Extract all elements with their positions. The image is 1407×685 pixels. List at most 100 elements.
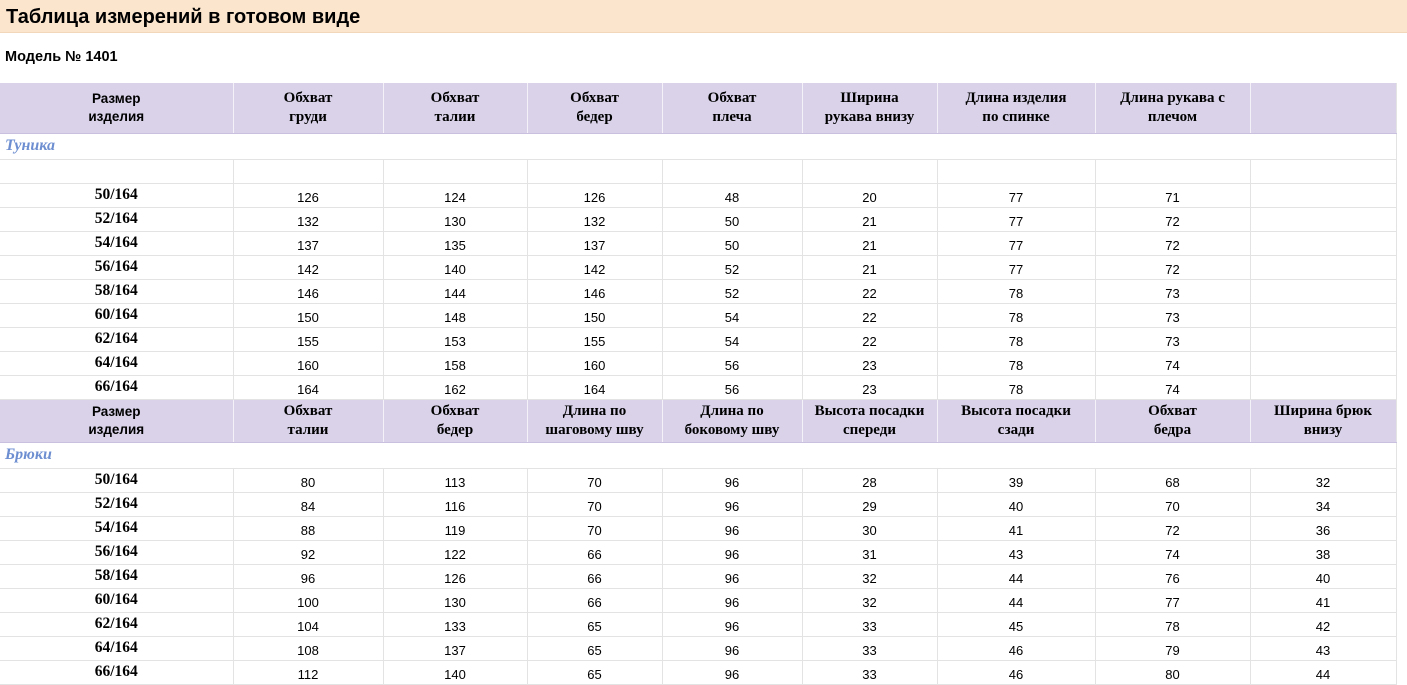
measurement-cell[interactable]: 164: [527, 375, 663, 400]
measurement-cell[interactable]: 88: [233, 516, 384, 541]
trousers-column-header[interactable]: Ширина брюк внизу: [1250, 399, 1397, 443]
measurement-cell[interactable]: 96: [662, 636, 803, 661]
trousers-column-header[interactable]: Высота посадки сзади: [937, 399, 1096, 443]
measurement-cell[interactable]: 66: [527, 588, 663, 613]
measurement-cell[interactable]: [1250, 183, 1397, 208]
measurement-cell[interactable]: 122: [383, 540, 528, 565]
measurement-cell[interactable]: 41: [1250, 588, 1397, 613]
measurement-cell[interactable]: 76: [1095, 564, 1251, 589]
measurement-cell[interactable]: 80: [1095, 660, 1251, 685]
measurement-cell[interactable]: 96: [662, 468, 803, 493]
measurement-cell[interactable]: 153: [383, 327, 528, 352]
measurement-cell[interactable]: 96: [662, 660, 803, 685]
tunic-column-header[interactable]: Длина изделия по спинке: [937, 83, 1096, 134]
measurement-cell[interactable]: [1250, 255, 1397, 280]
measurement-cell[interactable]: [1250, 327, 1397, 352]
measurement-cell[interactable]: 78: [937, 327, 1096, 352]
size-cell[interactable]: 54/164: [0, 231, 234, 256]
measurement-cell[interactable]: [1250, 279, 1397, 304]
measurement-cell[interactable]: 54: [662, 327, 803, 352]
measurement-cell[interactable]: 96: [662, 516, 803, 541]
tunic-column-header[interactable]: Обхват бедер: [527, 83, 663, 134]
size-cell[interactable]: 56/164: [0, 255, 234, 280]
measurement-cell[interactable]: 132: [233, 207, 384, 232]
measurement-cell[interactable]: 36: [1250, 516, 1397, 541]
size-cell[interactable]: 60/164: [0, 588, 234, 613]
measurement-cell[interactable]: 54: [662, 303, 803, 328]
empty-cell[interactable]: [1250, 159, 1397, 184]
empty-cell[interactable]: [383, 159, 528, 184]
measurement-cell[interactable]: 142: [233, 255, 384, 280]
size-cell[interactable]: 50/164: [0, 468, 234, 493]
measurement-cell[interactable]: 65: [527, 612, 663, 637]
measurement-cell[interactable]: 126: [527, 183, 663, 208]
empty-cell[interactable]: [0, 159, 234, 184]
measurement-cell[interactable]: 33: [802, 636, 938, 661]
measurement-cell[interactable]: 40: [1250, 564, 1397, 589]
measurement-cell[interactable]: 33: [802, 612, 938, 637]
measurement-cell[interactable]: 71: [1095, 183, 1251, 208]
measurement-cell[interactable]: 78: [937, 351, 1096, 376]
measurement-cell[interactable]: 29: [802, 492, 938, 517]
measurement-cell[interactable]: 39: [937, 468, 1096, 493]
measurement-cell[interactable]: 66: [527, 540, 663, 565]
measurement-cell[interactable]: 140: [383, 660, 528, 685]
size-cell[interactable]: 66/164: [0, 660, 234, 685]
measurement-cell[interactable]: 52: [662, 279, 803, 304]
measurement-cell[interactable]: 23: [802, 351, 938, 376]
measurement-cell[interactable]: 70: [527, 468, 663, 493]
empty-cell[interactable]: [1095, 159, 1251, 184]
measurement-cell[interactable]: 130: [383, 588, 528, 613]
measurement-cell[interactable]: 164: [233, 375, 384, 400]
measurement-cell[interactable]: 56: [662, 375, 803, 400]
measurement-cell[interactable]: 50: [662, 207, 803, 232]
size-cell[interactable]: 52/164: [0, 492, 234, 517]
size-cell[interactable]: 56/164: [0, 540, 234, 565]
measurement-cell[interactable]: 32: [802, 564, 938, 589]
measurement-cell[interactable]: 52: [662, 255, 803, 280]
measurement-cell[interactable]: 70: [1095, 492, 1251, 517]
measurement-cell[interactable]: 135: [383, 231, 528, 256]
trousers-column-header[interactable]: Обхват бедра: [1095, 399, 1251, 443]
measurement-cell[interactable]: 46: [937, 660, 1096, 685]
measurement-cell[interactable]: 72: [1095, 255, 1251, 280]
tunic-column-header[interactable]: Размер изделия: [0, 83, 234, 134]
tunic-column-header[interactable]: [1250, 83, 1397, 134]
measurement-cell[interactable]: 148: [383, 303, 528, 328]
measurement-cell[interactable]: [1250, 375, 1397, 400]
measurement-cell[interactable]: 144: [383, 279, 528, 304]
tunic-column-header[interactable]: Обхват плеча: [662, 83, 803, 134]
size-cell[interactable]: 62/164: [0, 612, 234, 637]
measurement-cell[interactable]: 40: [937, 492, 1096, 517]
measurement-cell[interactable]: 155: [233, 327, 384, 352]
measurement-cell[interactable]: 100: [233, 588, 384, 613]
measurement-cell[interactable]: 41: [937, 516, 1096, 541]
measurement-cell[interactable]: 42: [1250, 612, 1397, 637]
measurement-cell[interactable]: 45: [937, 612, 1096, 637]
size-cell[interactable]: 58/164: [0, 564, 234, 589]
trousers-column-header[interactable]: Высота посадки спереди: [802, 399, 938, 443]
measurement-cell[interactable]: 32: [802, 588, 938, 613]
measurement-cell[interactable]: 160: [233, 351, 384, 376]
measurement-cell[interactable]: 50: [662, 231, 803, 256]
measurement-cell[interactable]: 22: [802, 327, 938, 352]
measurement-cell[interactable]: 28: [802, 468, 938, 493]
measurement-cell[interactable]: 137: [527, 231, 663, 256]
tunic-column-header[interactable]: Ширина рукава внизу: [802, 83, 938, 134]
trousers-column-header[interactable]: Размер изделия: [0, 399, 234, 443]
measurement-cell[interactable]: 158: [383, 351, 528, 376]
tunic-column-header[interactable]: Длина рукава с плечом: [1095, 83, 1251, 134]
trousers-column-header[interactable]: Длина по боковому шву: [662, 399, 803, 443]
measurement-cell[interactable]: 22: [802, 303, 938, 328]
measurement-cell[interactable]: 150: [527, 303, 663, 328]
measurement-cell[interactable]: 96: [662, 492, 803, 517]
measurement-cell[interactable]: 72: [1095, 516, 1251, 541]
measurement-cell[interactable]: 68: [1095, 468, 1251, 493]
measurement-cell[interactable]: 74: [1095, 540, 1251, 565]
size-cell[interactable]: 66/164: [0, 375, 234, 400]
measurement-cell[interactable]: [1250, 207, 1397, 232]
measurement-cell[interactable]: 108: [233, 636, 384, 661]
empty-cell[interactable]: [527, 159, 663, 184]
measurement-cell[interactable]: 73: [1095, 303, 1251, 328]
measurement-cell[interactable]: 73: [1095, 327, 1251, 352]
